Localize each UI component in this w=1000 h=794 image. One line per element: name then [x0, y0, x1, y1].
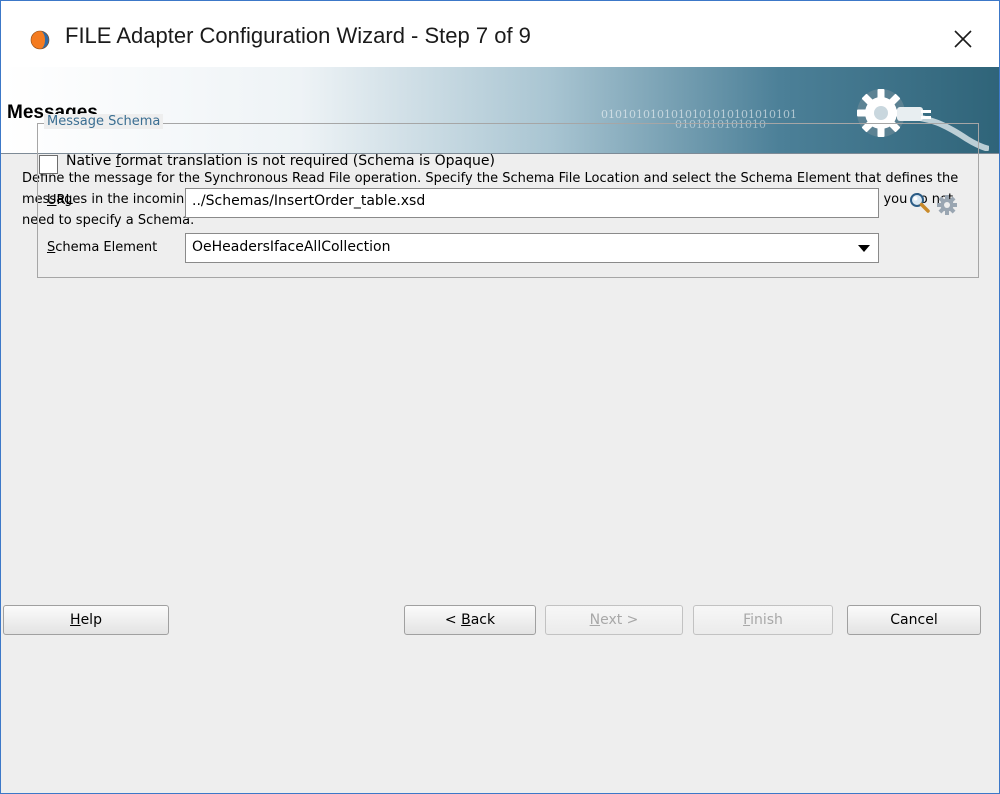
- finish-button[interactable]: Finish: [693, 605, 833, 635]
- search-icon[interactable]: [906, 190, 932, 216]
- window-title: FILE Adapter Configuration Wizard - Step…: [65, 23, 531, 48]
- wizard-window: FILE Adapter Configuration Wizard - Step…: [0, 0, 1000, 794]
- url-label: URL: [47, 193, 73, 208]
- message-schema-legend: Message Schema: [44, 114, 164, 129]
- title-bar: FILE Adapter Configuration Wizard - Step…: [1, 1, 999, 67]
- close-icon[interactable]: [943, 19, 983, 59]
- back-button[interactable]: < Back: [404, 605, 536, 635]
- chevron-down-icon[interactable]: [858, 245, 870, 252]
- schema-element-select[interactable]: OeHeadersIfaceAllCollection: [185, 233, 879, 263]
- url-input[interactable]: ../Schemas/InsertOrder_table.xsd: [185, 188, 879, 218]
- gear-icon[interactable]: [934, 192, 960, 218]
- schema-element-label: Schema Element: [47, 240, 158, 255]
- help-button[interactable]: Help: [3, 605, 169, 635]
- app-icon: [30, 30, 50, 50]
- schema-opaque-checkbox[interactable]: [39, 155, 58, 174]
- cancel-button[interactable]: Cancel: [847, 605, 981, 635]
- schema-opaque-checkbox-label[interactable]: Native format translation is not require…: [66, 153, 495, 169]
- next-button[interactable]: Next >: [545, 605, 683, 635]
- schema-element-value: OeHeadersIfaceAllCollection: [192, 239, 391, 255]
